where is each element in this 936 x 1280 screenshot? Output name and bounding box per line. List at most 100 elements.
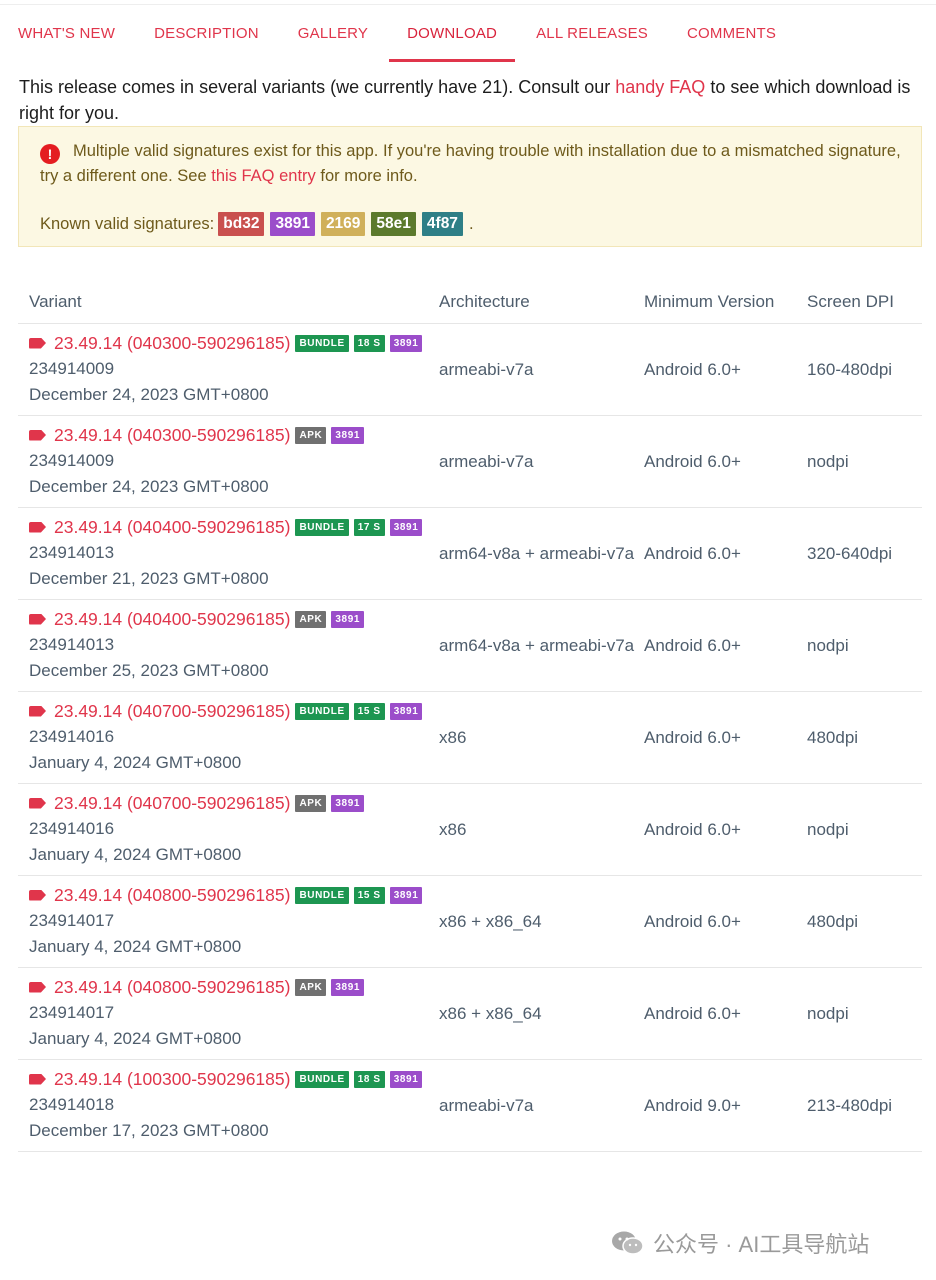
upload-date: January 4, 2024 GMT+0800	[29, 845, 242, 864]
variant-link[interactable]: 23.49.14 (040300-590296185)	[54, 422, 290, 448]
minimum-version-cell: Android 6.0+	[644, 543, 741, 563]
signature-badge: 3891	[331, 794, 365, 812]
variant-line: 23.49.14 (040300-590296185) APK 3891	[29, 422, 439, 448]
tag-icon	[29, 521, 46, 533]
tag-icon	[29, 613, 46, 625]
size-badge: 18 S	[353, 334, 385, 352]
variant-cell: 23.49.14 (100300-590296185) BUNDLE 18 S …	[18, 1060, 439, 1151]
signature-badge[interactable]: 58e1	[371, 212, 416, 236]
signature-badge: 3891	[389, 518, 423, 536]
variant-link[interactable]: 23.49.14 (040400-590296185)	[54, 514, 290, 540]
minimum-version-cell: Android 6.0+	[644, 911, 741, 931]
screen-dpi-cell: nodpi	[807, 451, 849, 471]
signature-list: bd32 3891 2169 58e1 4f87	[218, 212, 469, 236]
upload-date: January 4, 2024 GMT+0800	[29, 753, 242, 772]
variant-cell: 23.49.14 (040300-590296185) BUNDLE 18 S …	[18, 324, 439, 415]
version-code: 234914017	[29, 1003, 115, 1022]
screen-dpi-cell: 480dpi	[807, 911, 859, 931]
variant-cell: 23.49.14 (040700-590296185) BUNDLE 15 S …	[18, 692, 439, 783]
signature-badge: 3891	[389, 1070, 423, 1088]
variant-line: 23.49.14 (100300-590296185) BUNDLE 18 S …	[29, 1066, 439, 1092]
architecture-cell: x86	[439, 819, 467, 839]
signature-badge[interactable]: 2169	[320, 212, 366, 236]
variant-cell: 23.49.14 (040400-590296185) BUNDLE 17 S …	[18, 508, 439, 599]
minimum-version-cell: Android 6.0+	[644, 1003, 741, 1023]
tag-icon	[29, 337, 46, 349]
type-badge: APK	[295, 978, 327, 996]
tab-bar: WHAT'S NEW DESCRIPTION GALLERY DOWNLOAD ALL …	[0, 4, 936, 62]
variant-line: 23.49.14 (040700-590296185) APK 3891	[29, 790, 439, 816]
screen-dpi-cell: nodpi	[807, 1003, 849, 1023]
type-badge: BUNDLE	[295, 1070, 349, 1088]
table-row: 23.49.14 (040800-590296185) BUNDLE 15 S …	[18, 876, 922, 968]
faq-entry-link[interactable]: this FAQ entry	[211, 167, 316, 185]
architecture-cell: armeabi-v7a	[439, 1095, 534, 1115]
upload-date: December 24, 2023 GMT+0800	[29, 477, 269, 496]
minimum-version-cell: Android 6.0+	[644, 819, 741, 839]
variant-cell: 23.49.14 (040400-590296185) APK 3891 234…	[18, 600, 439, 691]
size-badge: 17 S	[353, 518, 385, 536]
architecture-cell: x86	[439, 727, 467, 747]
variant-cell: 23.49.14 (040800-590296185) BUNDLE 15 S …	[18, 876, 439, 967]
signature-badge[interactable]: 3891	[270, 212, 315, 236]
upload-date: January 4, 2024 GMT+0800	[29, 1029, 242, 1048]
variant-link[interactable]: 23.49.14 (040700-590296185)	[54, 790, 290, 816]
version-code: 234914013	[29, 635, 115, 654]
handy-faq-link[interactable]: handy FAQ	[615, 77, 705, 97]
variant-link[interactable]: 23.49.14 (040800-590296185)	[54, 974, 290, 1000]
tag-icon	[29, 889, 46, 901]
signature-badge[interactable]: 4f87	[421, 212, 463, 236]
variant-cell: 23.49.14 (040300-590296185) APK 3891 234…	[18, 416, 439, 507]
version-code: 234914016	[29, 727, 115, 746]
variant-line: 23.49.14 (040700-590296185) BUNDLE 15 S …	[29, 698, 439, 724]
header-variant: Variant	[29, 291, 82, 311]
architecture-cell: x86 + x86_64	[439, 1003, 542, 1023]
screen-dpi-cell: 480dpi	[807, 727, 859, 747]
variant-link[interactable]: 23.49.14 (040300-590296185)	[54, 330, 290, 356]
type-badge: BUNDLE	[295, 518, 349, 536]
tab-all-releases[interactable]: ALL RELEASES	[536, 5, 648, 62]
upload-date: January 4, 2024 GMT+0800	[29, 937, 242, 956]
exclamation-icon: !	[40, 144, 60, 164]
minimum-version-cell: Android 6.0+	[644, 359, 741, 379]
variant-link[interactable]: 23.49.14 (100300-590296185)	[54, 1066, 290, 1092]
variant-cell: 23.49.14 (040700-590296185) APK 3891 234…	[18, 784, 439, 875]
table-row: 23.49.14 (040800-590296185) APK 3891 234…	[18, 968, 922, 1060]
upload-date: December 21, 2023 GMT+0800	[29, 569, 269, 588]
variant-line: 23.49.14 (040400-590296185) BUNDLE 17 S …	[29, 514, 439, 540]
tab-comments[interactable]: COMMENTS	[687, 5, 776, 62]
header-screen-dpi: Screen DPI	[807, 291, 894, 311]
alert-message: ! Multiple valid signatures exist for thi…	[40, 139, 901, 188]
minimum-version-cell: Android 6.0+	[644, 727, 741, 747]
header-architecture: Architecture	[439, 291, 530, 311]
architecture-cell: x86 + x86_64	[439, 911, 542, 931]
screen-dpi-cell: nodpi	[807, 819, 849, 839]
tab-gallery[interactable]: GALLERY	[298, 5, 368, 62]
tab-description[interactable]: DESCRIPTION	[154, 5, 259, 62]
variant-link[interactable]: 23.49.14 (040800-590296185)	[54, 882, 290, 908]
variant-link[interactable]: 23.49.14 (040400-590296185)	[54, 606, 290, 632]
tag-icon	[29, 1073, 46, 1085]
intro-text: This release comes in several variants (…	[19, 74, 919, 126]
type-badge: BUNDLE	[295, 886, 349, 904]
signature-badge: 3891	[389, 334, 423, 352]
variant-link[interactable]: 23.49.14 (040700-590296185)	[54, 698, 290, 724]
type-badge: APK	[295, 426, 327, 444]
tag-icon	[29, 705, 46, 717]
screen-dpi-cell: 320-640dpi	[807, 543, 893, 563]
signature-badge: 3891	[331, 978, 365, 996]
variants-table: Variant Architecture Minimum Version Scr…	[18, 280, 922, 1152]
wechat-icon	[612, 1231, 644, 1255]
signature-badge: 3891	[331, 426, 365, 444]
table-row: 23.49.14 (100300-590296185) BUNDLE 18 S …	[18, 1060, 922, 1152]
signature-badge[interactable]: bd32	[218, 212, 265, 236]
known-signatures: Known valid signatures: bd32 3891 2169 58e1…	[40, 212, 901, 236]
signature-alert: ! Multiple valid signatures exist for thi…	[18, 126, 922, 247]
watermark-text: 公众号 · AI工具导航站	[653, 1232, 870, 1257]
upload-date: December 24, 2023 GMT+0800	[29, 385, 269, 404]
tab-what-s-new[interactable]: WHAT'S NEW	[18, 5, 115, 62]
tag-icon	[29, 981, 46, 993]
type-badge: APK	[295, 610, 327, 628]
tab-download[interactable]: DOWNLOAD	[389, 5, 516, 62]
variant-line: 23.49.14 (040300-590296185) BUNDLE 18 S …	[29, 330, 439, 356]
